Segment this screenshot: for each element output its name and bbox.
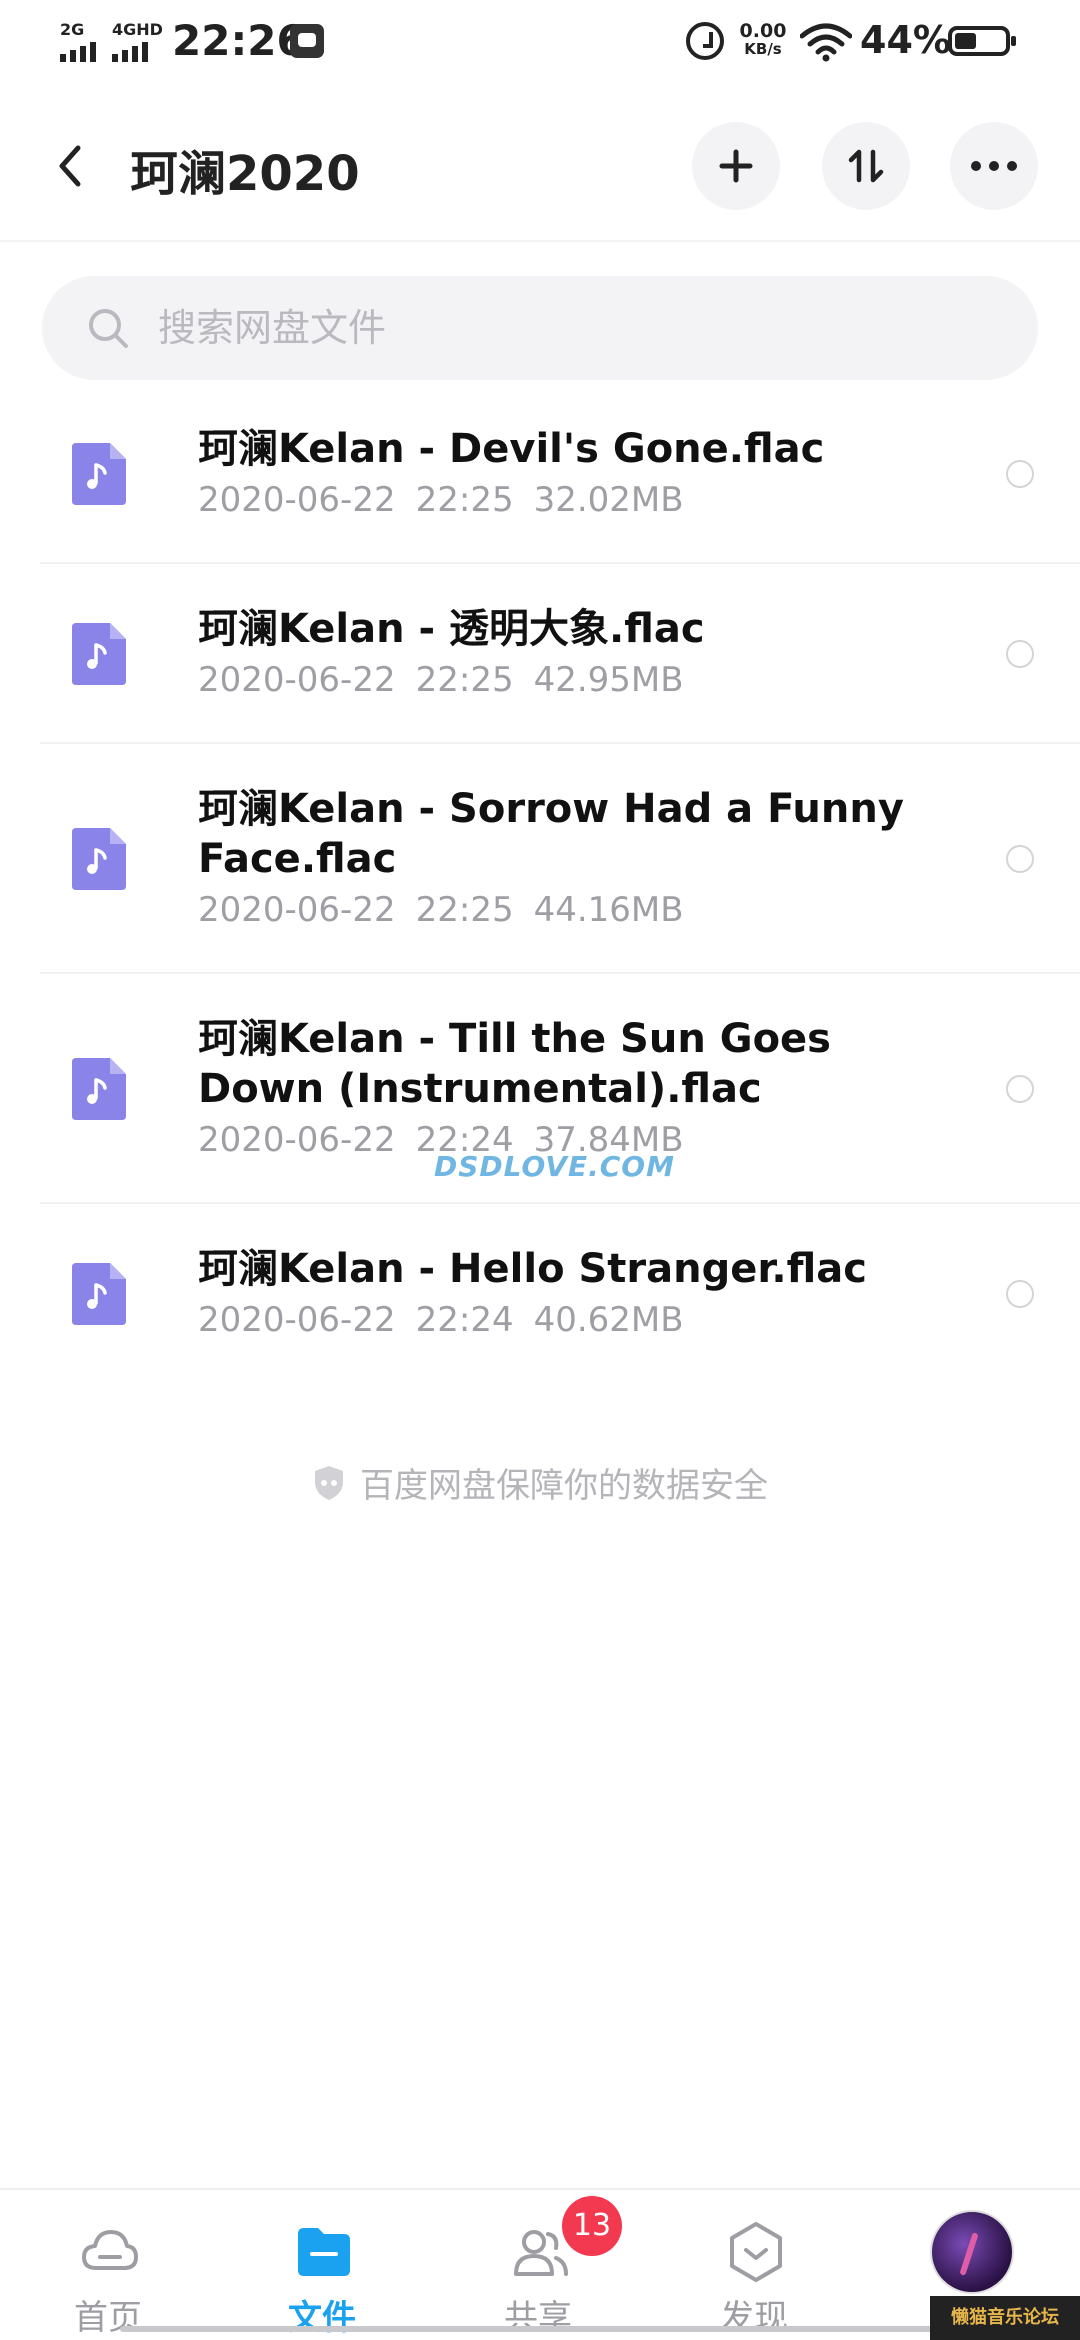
file-meta: 2020-06-22 22:25 44.16MB [198, 884, 958, 936]
music-file-icon [72, 1058, 126, 1120]
nav-discover[interactable]: 发现 [654, 2190, 854, 2340]
folder-icon [298, 2228, 350, 2276]
select-checkbox[interactable] [1006, 460, 1034, 488]
add-button[interactable] [692, 122, 780, 210]
file-date: 2020-06-22 [198, 890, 396, 930]
file-date: 2020-06-22 [198, 480, 396, 520]
nav-files[interactable]: 文件 [222, 2190, 422, 2340]
file-size: 32.02MB [533, 480, 684, 520]
watermark: DSDLOVE.COM [434, 1150, 675, 1183]
file-size: 42.95MB [533, 660, 684, 700]
status-time: 22:26 [172, 16, 306, 65]
file-meta: 2020-06-22 22:25 32.02MB [198, 474, 958, 526]
alarm-icon [686, 22, 724, 60]
file-time: 22:25 [415, 890, 514, 930]
file-meta: 2020-06-22 22:24 40.62MB [198, 1294, 958, 1346]
file-time: 22:24 [415, 1300, 514, 1340]
status-bar: 2G 4GHD 22:26 0.00 KB/s 44% [0, 0, 1080, 84]
music-file-icon [72, 623, 126, 685]
header-divider [0, 240, 1080, 242]
select-checkbox[interactable] [1006, 1075, 1034, 1103]
battery-fill [955, 33, 976, 49]
notification-icon [290, 24, 324, 58]
search-bar[interactable] [42, 276, 1038, 380]
forum-watermark: 懒猫音乐论坛 [930, 2296, 1080, 2340]
file-time: 22:25 [415, 660, 514, 700]
file-row[interactable]: 珂澜Kelan - Devil's Gone.flac 2020-06-22 22… [0, 384, 1080, 564]
header: 珂澜2020 [0, 110, 1080, 220]
file-row[interactable]: 珂澜Kelan - Sorrow Had a Funny Face.flac 2… [0, 744, 1080, 974]
sort-button[interactable] [822, 122, 910, 210]
file-name: 珂澜Kelan - 透明大象.flac [198, 606, 705, 652]
signal-4g-icon: 4GHD [112, 20, 168, 62]
signal-2g-icon: 2G [60, 20, 110, 62]
file-row[interactable]: 珂澜Kelan - Hello Stranger.flac 2020-06-22… [0, 1204, 1080, 1384]
shield-icon [315, 1465, 343, 1500]
hexagon-icon [730, 2222, 782, 2282]
sort-arrows-icon [848, 149, 884, 183]
select-checkbox[interactable] [1006, 640, 1034, 668]
battery-percent: 44% [860, 18, 951, 62]
page-title: 珂澜2020 [130, 146, 360, 202]
back-button[interactable] [44, 138, 100, 194]
music-file-icon [72, 443, 126, 505]
share-badge: 13 [562, 2196, 622, 2256]
security-text: 百度网盘保障你的数据安全 [360, 1466, 768, 1506]
file-date: 2020-06-22 [198, 1300, 396, 1340]
network-speed: 0.00 KB/s [739, 20, 787, 59]
music-file-icon [72, 828, 126, 890]
home-indicator[interactable] [120, 2326, 960, 2332]
file-row[interactable]: 珂澜Kelan - 透明大象.flac 2020-06-22 22:25 42.95… [0, 564, 1080, 744]
file-size: 44.16MB [533, 890, 684, 930]
bottom-nav: 首页 文件 共享 发现 [0, 2188, 1080, 2340]
file-name: 珂澜Kelan - Devil's Gone.flac [198, 426, 825, 472]
nav-home[interactable]: 首页 [8, 2190, 208, 2340]
file-time: 22:25 [415, 480, 514, 520]
battery-icon [948, 26, 1016, 56]
avatar[interactable] [930, 2210, 1014, 2294]
file-size: 40.62MB [533, 1300, 684, 1340]
cloud-icon [82, 2230, 138, 2270]
file-name: 珂澜Kelan - Sorrow Had a Funny Face.flac [198, 786, 904, 882]
more-button[interactable] [950, 122, 1038, 210]
plus-icon [719, 149, 753, 183]
select-checkbox[interactable] [1006, 845, 1034, 873]
music-file-icon [72, 1263, 126, 1325]
wifi-icon [800, 23, 852, 62]
file-name: 珂澜Kelan - Hello Stranger.flac [198, 1246, 867, 1292]
file-date: 2020-06-22 [198, 660, 396, 700]
file-name: 珂澜Kelan - Till the Sun Goes Down (Instru… [198, 1016, 831, 1112]
more-dots-icon [971, 161, 1017, 171]
select-checkbox[interactable] [1006, 1280, 1034, 1308]
security-note: 百度网盘保障你的数据安全 [0, 1458, 1080, 1507]
file-list: 珂澜Kelan - Devil's Gone.flac 2020-06-22 22… [0, 384, 1080, 1384]
search-input[interactable] [158, 304, 978, 352]
search-icon [89, 309, 128, 348]
file-date: 2020-06-22 [198, 1120, 396, 1160]
file-meta: 2020-06-22 22:25 42.95MB [198, 654, 958, 706]
